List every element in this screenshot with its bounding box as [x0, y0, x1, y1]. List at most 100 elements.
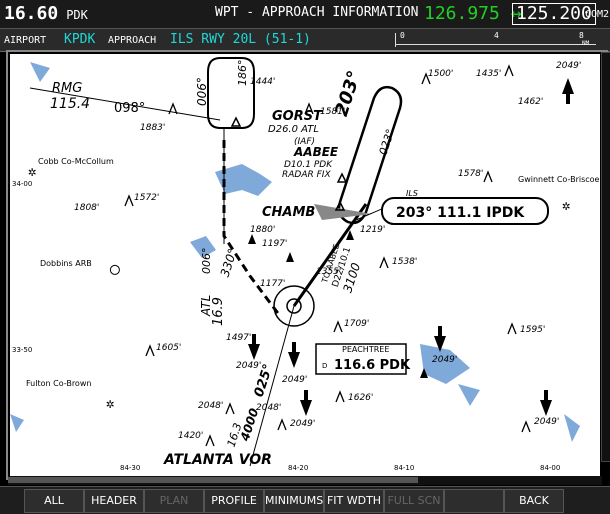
chamb-label: CHAMB [262, 205, 315, 220]
elev-label: 1197' [262, 239, 287, 249]
scale-tick: 0 [400, 31, 405, 40]
elev-label: 1444' [250, 77, 275, 87]
map-scale: 0 4 8 NM [395, 31, 601, 47]
info-bar: AIRPORT KPDK APPROACH ILS RWY 20L (51-1)… [0, 29, 610, 52]
elev-label: 1435' [476, 69, 501, 79]
aabee-label: AABEE [293, 145, 339, 159]
airport-field[interactable]: KPDK [64, 32, 95, 47]
elev-label: 1462' [518, 97, 543, 107]
softkey-plan[interactable]: PLAN [144, 489, 204, 513]
elev-label: 2049' [282, 375, 307, 385]
airport-label-dobbins: Dobbins ARB [40, 259, 92, 268]
map-canvas: RMG 115.4 098° GORST D26.0 ATL (IAF) AAB… [10, 57, 600, 472]
status-bar: 16.60 PDK WPT - APPROACH INFORMATION 126.… [0, 0, 610, 29]
airport-icon: ◯ [109, 259, 120, 278]
elev-label: 1497' [226, 333, 251, 343]
elev-label: 2049' [556, 61, 581, 71]
ils-tag: ILS [406, 189, 418, 198]
elev-label: 1626' [348, 393, 373, 403]
svg-text:84-20: 84-20 [288, 464, 308, 472]
course-186: 186° [236, 60, 249, 87]
svg-text:33-50: 33-50 [12, 346, 32, 354]
airport-label-cobb: Cobb Co-McCollum [38, 157, 114, 166]
com-standby-frequency[interactable]: 126.975 ↔ [424, 3, 522, 24]
atlanta-vor-label: ATLANTA VOR [163, 452, 272, 468]
course-006b: 006° [200, 248, 213, 275]
com-active-frequency[interactable]: 125.200 [512, 3, 596, 25]
airport-label: AIRPORT [4, 35, 47, 46]
softkey-profile[interactable]: PROFILE [204, 489, 264, 513]
nav-id: PDK [66, 8, 88, 22]
elev-label: 1420' [178, 431, 203, 441]
rmg-label: RMG [52, 81, 82, 96]
rmg-course: 098° [114, 101, 145, 116]
elev-label: 1581' [320, 107, 345, 117]
elev-label: 1605' [156, 343, 181, 353]
svg-text:34-00: 34-00 [12, 180, 32, 188]
elev-label: 2048' [198, 401, 223, 411]
approach-map[interactable]: RMG 115.4 098° GORST D26.0 ATL (IAF) AAB… [6, 50, 608, 480]
softkey-full-screen[interactable]: FULL SCN [384, 489, 444, 513]
elev-label: 1808' [74, 203, 99, 213]
course-330: 330° [218, 247, 240, 279]
svg-text:84-10: 84-10 [394, 464, 414, 472]
elev-label: 1572' [134, 193, 159, 203]
elev-label: 1177' [260, 279, 285, 289]
lake-shape [30, 62, 50, 82]
elev-label: 1219' [360, 225, 385, 235]
softkey-all[interactable]: ALL [24, 489, 84, 513]
horizontal-scrollbar[interactable] [8, 476, 602, 485]
com-label: COM2 [585, 9, 610, 20]
elev-label: 1880' [250, 225, 275, 235]
elev-label: 1500' [428, 69, 453, 79]
aabee-dist: D10.1 PDK [284, 160, 333, 170]
rmg-freq: 115.4 [50, 96, 90, 112]
vertical-scrollbar[interactable] [600, 52, 610, 480]
lake-shape [458, 384, 480, 406]
elev-label: 2049' [432, 355, 457, 365]
softkey-minimums[interactable]: MINIMUMS [264, 489, 324, 513]
nav-freq-value: 16.60 [4, 3, 59, 24]
elev-label: 2049' [236, 361, 261, 371]
elev-label: 1355' [316, 267, 341, 277]
airport-icon: ✲ [106, 396, 114, 412]
airport-icon: ✲ [562, 198, 570, 214]
ils-frequency: 203° 111.1 IPDK [396, 205, 525, 221]
gorst-label: GORST [272, 109, 323, 124]
approach-label: APPROACH [108, 35, 157, 46]
atl-dist: 16.9 [211, 297, 226, 326]
airport-label-gwinnett: Gwinnett Co-Briscoe [518, 175, 600, 184]
airport-label-fulton: Fulton Co-Brown [26, 379, 91, 388]
gorst-waypoint-icon [230, 116, 242, 127]
scale-tick: 8 [579, 31, 584, 40]
lake-shape [10, 414, 24, 432]
elev-label: 1709' [344, 319, 369, 329]
softkey-bar: ALL HEADER PLAN PROFILE MINIMUMS FIT WDT… [0, 486, 610, 514]
airport-icon: ✲ [28, 164, 36, 180]
approach-field[interactable]: ILS RWY 20L (51-1) [170, 32, 311, 47]
elev-label: 1595' [520, 325, 545, 335]
course-006: 006° [195, 77, 209, 106]
peachtree-freq: 116.6 PDK [334, 358, 411, 373]
svg-text:84-00: 84-00 [540, 464, 560, 472]
aabee-radar: RADAR FIX [282, 170, 331, 180]
mfd-screen: 16.60 PDK WPT - APPROACH INFORMATION 126.… [0, 0, 610, 514]
scale-tick: 4 [494, 31, 499, 40]
peachtree-label: PEACHTREE [342, 345, 389, 354]
elev-label: 2049' [290, 419, 315, 429]
softkey-blank[interactable] [444, 489, 504, 513]
elev-label: 2049' [534, 417, 559, 427]
nav-frequency[interactable]: 16.60 PDK [4, 3, 88, 24]
gorst-dist: D26.0 ATL [268, 124, 319, 135]
peachtree-d: D [322, 362, 327, 370]
lake-shape [564, 414, 580, 442]
elev-label: 1578' [458, 169, 483, 179]
softkey-fit-width[interactable]: FIT WDTH [324, 489, 384, 513]
page-title: WPT - APPROACH INFORMATION [215, 5, 419, 20]
elev-label: 1883' [140, 123, 165, 133]
svg-text:84-30: 84-30 [120, 464, 140, 472]
softkey-back[interactable]: BACK [504, 489, 564, 513]
aabee-waypoint-icon [336, 172, 348, 183]
course-023: 023° [377, 127, 398, 156]
softkey-header[interactable]: HEADER [84, 489, 144, 513]
